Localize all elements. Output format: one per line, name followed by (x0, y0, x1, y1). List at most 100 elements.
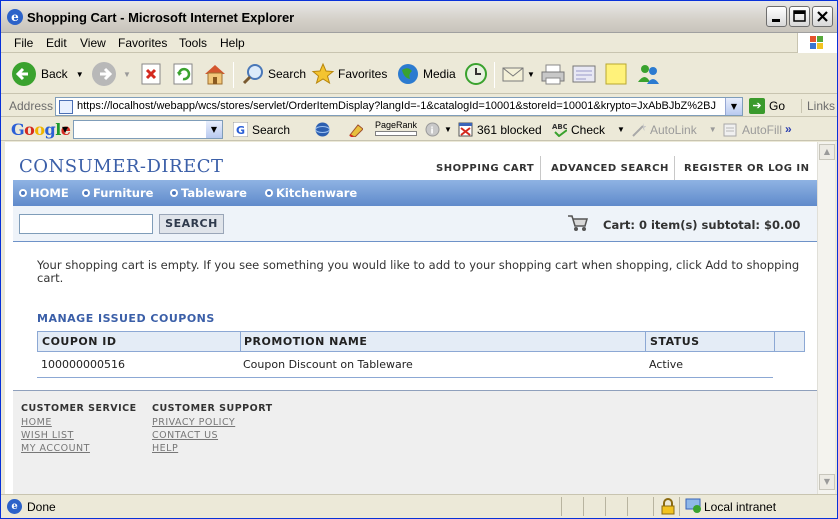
autolink-button[interactable]: AutoLink ▼ (631, 122, 717, 137)
google-search-button[interactable]: G Search (233, 122, 290, 137)
check-label: Check (571, 122, 606, 137)
footer-link-help[interactable]: HELP (152, 443, 178, 454)
popup-blocker-button[interactable]: 361 blocked (458, 122, 542, 137)
site-logo[interactable]: CONSUMER-DIRECT (19, 156, 224, 177)
customer-support-title: CUSTOMER SUPPORT (152, 403, 273, 414)
discuss-button[interactable] (604, 60, 628, 88)
category-furniture-label: Furniture (93, 186, 154, 200)
page-footer: CUSTOMER SERVICE HOME WISH LIST MY ACCOU… (13, 390, 817, 494)
vertical-scrollbar[interactable]: ▲ ▼ (817, 142, 835, 494)
menu-favorites[interactable]: Favorites (118, 36, 167, 50)
back-dropdown-icon[interactable]: ▼ (76, 70, 84, 79)
back-label: Back (41, 67, 68, 81)
mail-dropdown-icon[interactable]: ▼ (527, 70, 535, 79)
print-button[interactable] (540, 60, 566, 88)
minimize-icon (772, 19, 780, 22)
menu-edit[interactable]: Edit (46, 36, 67, 50)
footer-link-contact-us[interactable]: CONTACT US (152, 430, 218, 441)
stop-button[interactable] (139, 60, 163, 88)
site-search-input[interactable] (19, 214, 153, 234)
site-search-button[interactable]: SEARCH (159, 214, 224, 234)
maximize-button[interactable] (789, 6, 810, 27)
forward-dropdown-icon[interactable]: ▼ (123, 70, 131, 79)
refresh-icon (173, 63, 193, 85)
svg-text:G: G (236, 124, 245, 137)
column-status: STATUS (650, 335, 700, 348)
favorites-button[interactable]: Favorites (311, 60, 387, 88)
footer-link-privacy-policy[interactable]: PRIVACY POLICY (152, 417, 235, 428)
minimize-button[interactable] (766, 6, 787, 27)
menu-tools[interactable]: Tools (179, 36, 207, 50)
scroll-up-icon[interactable]: ▲ (819, 144, 835, 160)
address-input[interactable]: https://localhost/webapp/wcs/stores/serv… (55, 97, 743, 116)
category-home-label: HOME (30, 186, 69, 200)
popups-blocked-count: 361 blocked (477, 122, 542, 137)
nav-advanced-search[interactable]: ADVANCED SEARCH (551, 163, 669, 174)
google-news-button[interactable] (315, 122, 334, 137)
category-furniture[interactable]: Furniture (82, 186, 153, 200)
coupons-heading: MANAGE ISSUED COUPONS (37, 312, 215, 325)
google-info-button[interactable]: i ▼ (425, 122, 452, 137)
google-highlight-button[interactable] (348, 122, 367, 137)
google-search-input[interactable]: ▼ (73, 120, 223, 139)
address-url[interactable]: https://localhost/webapp/wcs/stores/serv… (77, 100, 723, 112)
forward-button[interactable]: ▼ (91, 60, 131, 88)
autofill-button[interactable]: AutoFill (723, 122, 782, 137)
google-menu-dropdown-icon[interactable]: ▼ (62, 125, 68, 134)
go-button[interactable]: ➔ Go (749, 97, 785, 115)
footer-link-home[interactable]: HOME (21, 417, 52, 428)
footer-link-wish-list[interactable]: WISH LIST (21, 430, 74, 441)
edit-button[interactable] (571, 60, 597, 88)
favorites-star-icon (311, 62, 335, 85)
media-label: Media (423, 67, 456, 81)
toolbar-separator (233, 62, 234, 88)
history-button[interactable] (463, 60, 489, 88)
menu-file[interactable]: File (14, 36, 33, 50)
more-tools-button[interactable]: » (785, 122, 792, 136)
note-icon (605, 63, 627, 85)
bullet-icon (82, 189, 90, 197)
check-dropdown-icon[interactable]: ▼ (617, 125, 625, 134)
bullet-icon (19, 189, 27, 197)
cart-summary[interactable]: Cart: 0 item(s) subtotal: $0.00 (603, 218, 800, 232)
home-button[interactable] (202, 60, 228, 88)
scroll-down-icon[interactable]: ▼ (819, 474, 835, 490)
autolink-wand-icon (632, 123, 646, 137)
shopping-cart-icon[interactable] (567, 214, 589, 232)
pagerank-label: PageRank (375, 120, 418, 130)
title-bar: e Shopping Cart - Microsoft Internet Exp… (1, 1, 837, 33)
info-dropdown-icon[interactable]: ▼ (444, 125, 452, 134)
footer-link-my-account[interactable]: MY ACCOUNT (21, 443, 90, 454)
mail-button[interactable]: ▼ (501, 60, 535, 88)
back-button[interactable]: Back ▼ (11, 60, 84, 88)
promotion-name-cell: Coupon Discount on Tableware (243, 358, 413, 371)
nav-shopping-cart[interactable]: SHOPPING CART (436, 163, 534, 174)
status-cell: Active (649, 358, 684, 371)
refresh-button[interactable] (171, 60, 195, 88)
messenger-button[interactable] (636, 60, 662, 88)
nav-register-login[interactable]: REGISTER OR LOG IN (684, 163, 809, 174)
autolink-dropdown-icon[interactable]: ▼ (709, 125, 717, 134)
status-divider (561, 497, 562, 516)
menu-help[interactable]: Help (220, 36, 245, 50)
links-button[interactable]: Links (801, 99, 835, 113)
lock-icon[interactable] (660, 498, 676, 515)
status-text: Done (27, 500, 56, 514)
go-arrow-icon: ➔ (749, 98, 765, 114)
table-row: 100000000516 Coupon Discount on Tablewar… (37, 352, 773, 378)
spellcheck-button[interactable]: ABC Check ▼ (552, 122, 625, 137)
media-button[interactable]: Media (396, 60, 456, 88)
address-bar: Address https://localhost/webapp/wcs/sto… (1, 95, 837, 117)
pagerank-indicator[interactable]: PageRank (375, 120, 417, 136)
forward-arrow-icon (92, 62, 116, 86)
category-kitchenware[interactable]: Kitchenware (265, 186, 357, 200)
google-search-dropdown-icon[interactable]: ▼ (206, 121, 222, 138)
windows-flag-icon (810, 36, 824, 50)
menu-view[interactable]: View (80, 36, 106, 50)
stop-icon (141, 63, 161, 85)
close-button[interactable] (812, 6, 833, 27)
category-tableware[interactable]: Tableware (170, 186, 247, 200)
search-button[interactable]: Search (241, 60, 306, 88)
address-dropdown-icon[interactable]: ▼ (725, 98, 742, 115)
category-home[interactable]: HOME (19, 186, 69, 200)
